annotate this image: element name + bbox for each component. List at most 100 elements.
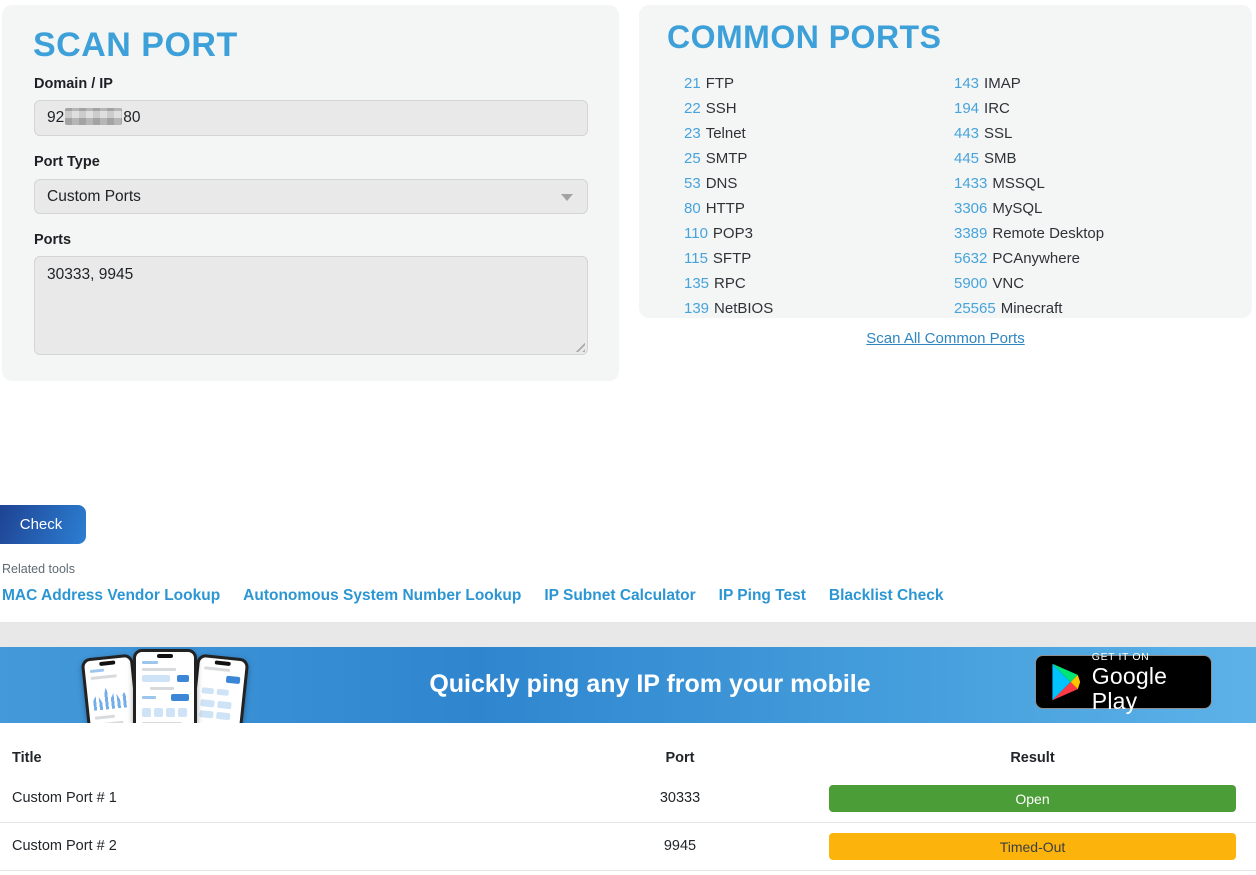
related-tool-link[interactable]: MAC Address Vendor Lookup	[2, 587, 220, 605]
port-number: 194	[954, 100, 979, 117]
google-play-icon	[1050, 663, 1082, 701]
common-port-item[interactable]: 23Telnet	[684, 121, 773, 146]
domain-ip-label: Domain / IP	[34, 76, 113, 92]
mobile-app-banner[interactable]: Quickly ping any IP from your mobile GET…	[0, 647, 1256, 723]
port-number: 21	[684, 75, 701, 92]
header-title: Title	[12, 750, 42, 766]
table-row: Custom Port # 2 9945 Timed-Out	[0, 823, 1256, 871]
common-port-item[interactable]: 5632PCAnywhere	[954, 246, 1104, 271]
scan-port-panel: SCAN PORT Domain / IP 9280 Port Type Cus…	[2, 5, 619, 381]
port-service-name: SSH	[706, 100, 737, 117]
port-type-select[interactable]: Custom Ports	[34, 179, 588, 214]
common-port-item[interactable]: 21 FTP	[684, 71, 773, 96]
ports-label: Ports	[34, 232, 71, 248]
resize-handle-icon[interactable]	[572, 339, 585, 352]
page: SCAN PORT Domain / IP 9280 Port Type Cus…	[0, 0, 1256, 875]
redacted-ip-blur	[65, 108, 122, 125]
port-number: 25	[684, 150, 701, 167]
port-service-name: SMTP	[706, 150, 748, 167]
port-number: 445	[954, 150, 979, 167]
result-status-badge: Open	[829, 785, 1236, 812]
port-service-name: RPC	[714, 275, 746, 292]
port-number: 22	[684, 100, 701, 117]
port-number: 143	[954, 75, 979, 92]
chevron-down-icon	[561, 194, 573, 201]
port-service-name: PCAnywhere	[992, 250, 1080, 267]
common-port-item[interactable]: 445 SMB	[954, 146, 1104, 171]
port-number: 3306	[954, 200, 987, 217]
port-number: 139	[684, 300, 709, 317]
port-service-name: DNS	[706, 175, 738, 192]
result-status-badge: Timed-Out	[829, 833, 1236, 860]
port-service-name: POP3	[713, 225, 753, 242]
common-port-item[interactable]: 22 SSH	[684, 96, 773, 121]
port-number: 80	[684, 200, 701, 217]
port-service-name: IRC	[984, 100, 1010, 117]
common-port-item[interactable]: 80 HTTP	[684, 196, 773, 221]
google-play-label: Google Play	[1092, 664, 1211, 714]
common-port-item[interactable]: 194 IRC	[954, 96, 1104, 121]
related-tool-link[interactable]: IP Subnet Calculator	[544, 587, 695, 605]
common-ports-title: COMMON PORTS	[667, 19, 941, 56]
banner-title: Quickly ping any IP from your mobile	[400, 670, 900, 699]
port-number: 110	[684, 225, 708, 242]
port-service-name: Remote Desktop	[992, 225, 1104, 242]
scan-port-title: SCAN PORT	[33, 26, 238, 65]
common-port-item[interactable]: 115 SFTP	[684, 246, 773, 271]
common-port-item[interactable]: 25565 Minecraft	[954, 296, 1104, 321]
row-title: Custom Port # 1	[12, 790, 117, 806]
port-number: 443	[954, 125, 979, 142]
related-tool-link[interactable]: Blacklist Check	[829, 587, 944, 605]
common-port-item[interactable]: 3306 MySQL	[954, 196, 1104, 221]
common-port-item[interactable]: 1433MSSQL	[954, 171, 1104, 196]
domain-ip-input[interactable]: 9280	[34, 100, 588, 136]
row-port: 9945	[600, 838, 760, 854]
phone-mockup-center	[133, 649, 197, 723]
port-number: 25565	[954, 300, 996, 317]
scan-all-common-ports-link[interactable]: Scan All Common Ports	[866, 330, 1024, 347]
phone-mockup-right	[189, 654, 250, 723]
port-service-name: SFTP	[713, 250, 751, 267]
common-port-item[interactable]: 139 NetBIOS	[684, 296, 773, 321]
related-tool-link[interactable]: Autonomous System Number Lookup	[243, 587, 521, 605]
port-service-name: Minecraft	[1001, 300, 1063, 317]
results-table: Title Port Result Custom Port # 130333Op…	[0, 737, 1256, 871]
ports-textarea[interactable]: 30333, 9945	[34, 256, 588, 355]
domain-value-suffix: 80	[123, 109, 140, 126]
common-port-item[interactable]: 143IMAP	[954, 71, 1104, 96]
port-type-selected-value: Custom Ports	[47, 188, 141, 205]
port-service-name: VNC	[992, 275, 1024, 292]
common-port-item[interactable]: 443 SSL	[954, 121, 1104, 146]
port-service-name: Telnet	[706, 125, 746, 142]
header-port: Port	[600, 750, 760, 766]
related-tool-link[interactable]: IP Ping Test	[719, 587, 806, 605]
get-it-on-text: GET IT ON	[1092, 651, 1211, 664]
port-number: 115	[684, 250, 708, 267]
common-ports-column-2: 143IMAP 194 IRC 443 SSL 445 SMB 1433MSSQL 3306 My…	[954, 71, 1104, 321]
common-port-item[interactable]: 25 SMTP	[684, 146, 773, 171]
common-port-item[interactable]: 110 POP3	[684, 221, 773, 246]
google-play-badge[interactable]: GET IT ON Google Play	[1035, 655, 1212, 709]
table-row: Custom Port # 130333Open	[0, 775, 1256, 823]
results-table-header: Title Port Result	[0, 737, 1256, 775]
common-port-item[interactable]: 135 RPC	[684, 271, 773, 296]
port-service-name: NetBIOS	[714, 300, 773, 317]
port-service-name: FTP	[706, 75, 734, 92]
row-title: Custom Port # 2	[12, 838, 117, 854]
common-port-item[interactable]: 53 DNS	[684, 171, 773, 196]
common-port-item[interactable]: 5900VNC	[954, 271, 1104, 296]
check-button[interactable]: Check	[0, 505, 86, 544]
port-number: 3389	[954, 225, 987, 242]
google-play-text: GET IT ON Google Play	[1092, 651, 1211, 714]
results-table-body: Custom Port # 130333Open Custom Port # 2 9…	[0, 775, 1256, 871]
phones-mockup-image	[85, 647, 245, 723]
header-result: Result	[829, 750, 1236, 766]
port-service-name: SMB	[984, 150, 1017, 167]
ports-value: 30333, 9945	[47, 266, 133, 283]
port-number: 135	[684, 275, 709, 292]
port-service-name: SSL	[984, 125, 1012, 142]
port-service-name: HTTP	[706, 200, 745, 217]
common-port-item[interactable]: 3389 Remote Desktop	[954, 221, 1104, 246]
port-service-name: MySQL	[992, 200, 1042, 217]
port-number: 53	[684, 175, 701, 192]
